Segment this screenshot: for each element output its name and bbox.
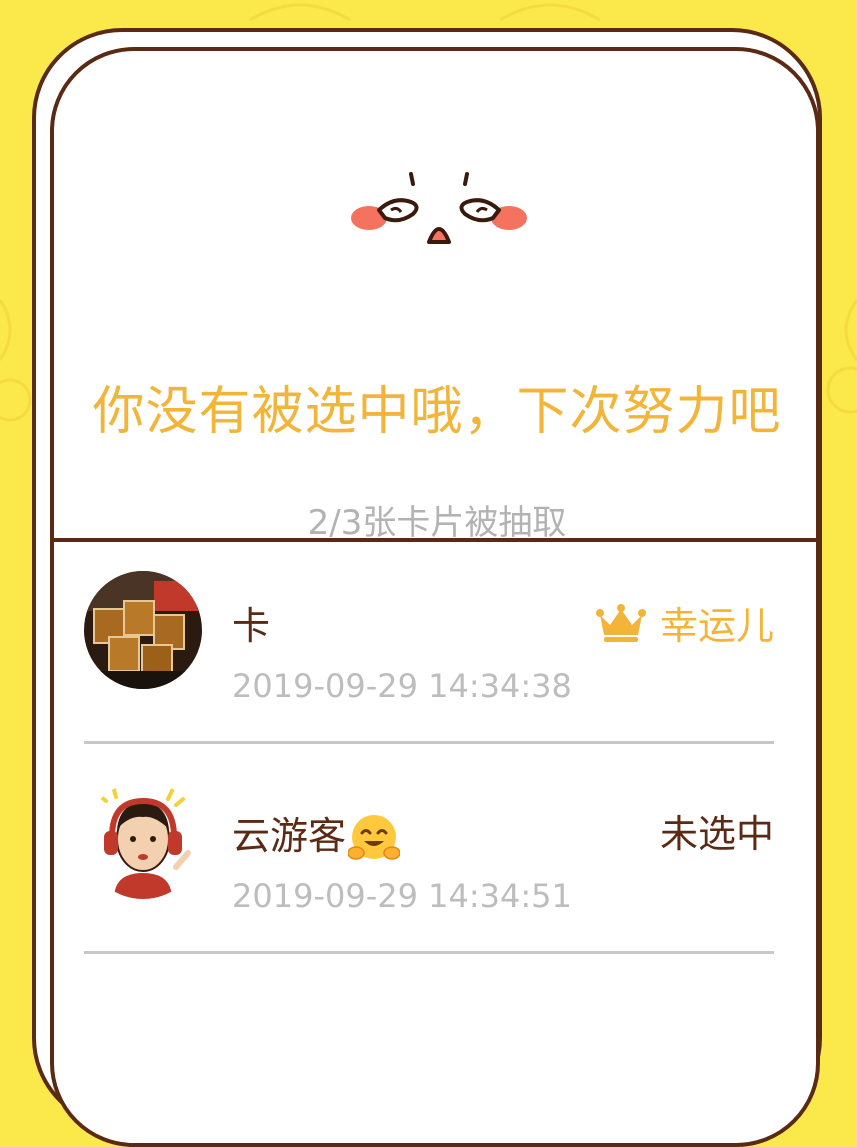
entry-time: 2019-09-29 14:34:51 xyxy=(232,877,572,915)
status-label: 未选中 xyxy=(659,812,774,856)
avatar[interactable] xyxy=(84,571,202,689)
avatar[interactable] xyxy=(84,781,202,899)
cartoon-avatar-icon xyxy=(84,781,202,899)
list-item[interactable]: 云游客 2019-09-29 14:34:51 未选中 xyxy=(84,781,774,981)
crown-icon xyxy=(595,603,646,642)
entry-name-text: 云游客 xyxy=(232,814,347,858)
result-title: 你没有被选中哦，下次努力吧 xyxy=(92,382,782,442)
entry-time: 2019-09-29 14:34:38 xyxy=(232,667,572,705)
lucky-badge: 幸运儿 xyxy=(595,595,774,650)
result-card: 你没有被选中哦，下次努力吧 2/3张卡片被抽取 卡 2019-09-29 14:… xyxy=(50,47,820,1147)
hugging-face-icon xyxy=(348,814,401,860)
draw-count: 2/3张卡片被抽取 xyxy=(307,503,567,543)
status-label: 幸运儿 xyxy=(659,604,774,648)
list-item[interactable]: 卡 2019-09-29 14:34:38 幸运儿 xyxy=(84,571,774,771)
entry-name: 卡 xyxy=(232,604,271,648)
row-divider xyxy=(84,741,774,744)
sad-face-icon xyxy=(351,172,527,244)
drinks-photo-icon xyxy=(84,571,202,689)
section-divider xyxy=(54,538,816,542)
entry-name: 云游客 xyxy=(232,805,401,865)
row-divider xyxy=(84,951,774,954)
